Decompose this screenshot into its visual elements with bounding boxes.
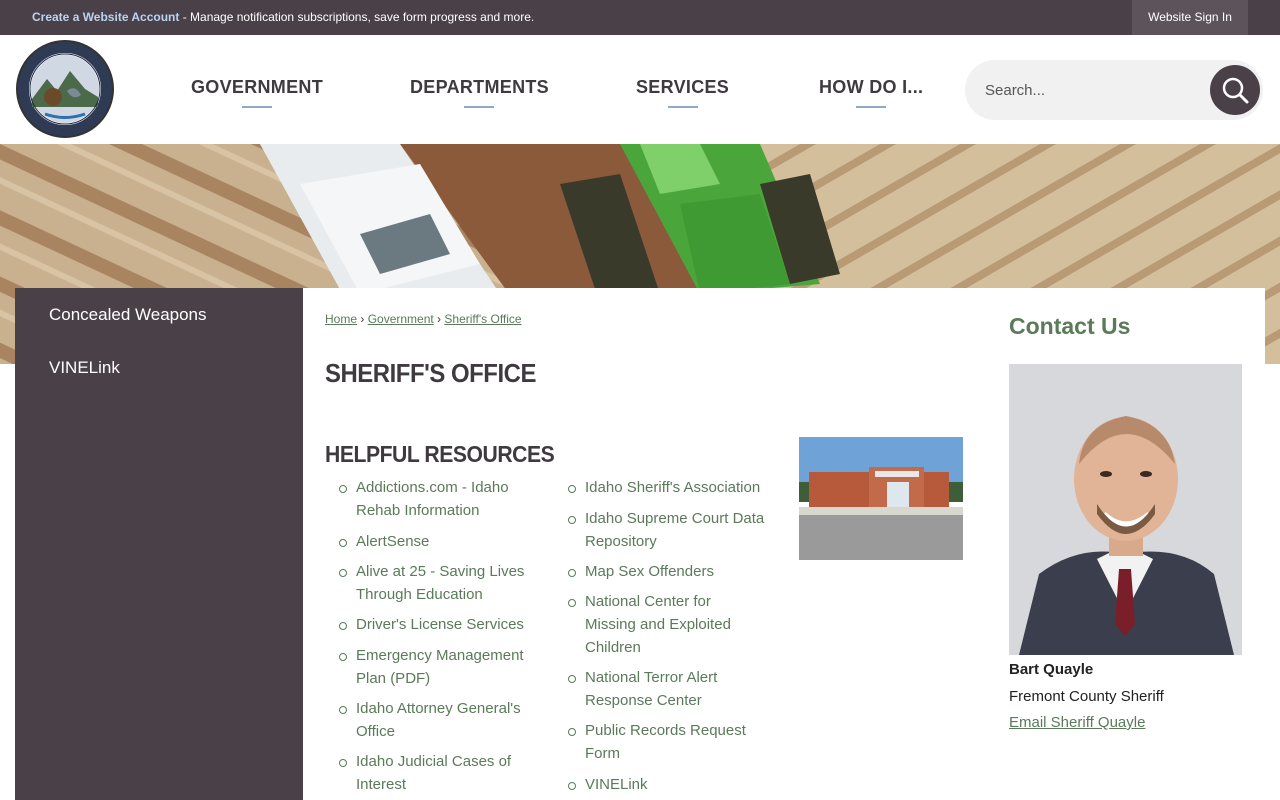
top-utility-bar: Create a Website Account - Manage notifi… bbox=[0, 0, 1280, 35]
resource-link[interactable]: Public Records Request Form bbox=[568, 719, 775, 765]
resource-link[interactable]: Idaho Supreme Court Data Repository bbox=[568, 507, 775, 553]
sidebar-item-concealed-weapons[interactable]: Concealed Weapons bbox=[49, 305, 207, 325]
nav-government[interactable]: GOVERNMENT bbox=[191, 77, 323, 108]
nav-underline bbox=[667, 106, 698, 108]
create-account-link[interactable]: Create a Website Account bbox=[32, 10, 179, 24]
page-title: SHERIFF'S OFFICE bbox=[325, 358, 536, 388]
helpful-resources-heading: HELPFUL RESOURCES bbox=[325, 441, 555, 467]
resource-link[interactable]: Map Sex Offenders bbox=[568, 560, 775, 583]
fremont-county-logo[interactable] bbox=[15, 39, 115, 139]
resource-link[interactable]: National Terror Alert Response Center bbox=[568, 666, 745, 712]
resource-link[interactable]: National Center for Missing and Exploite… bbox=[568, 590, 745, 659]
breadcrumb-sheriffs-office[interactable]: Sheriff's Office bbox=[444, 312, 521, 326]
nav-services[interactable]: SERVICES bbox=[636, 77, 729, 108]
search-box bbox=[965, 60, 1263, 120]
nav-departments[interactable]: DEPARTMENTS bbox=[410, 77, 549, 108]
nav-how-do-i-label: HOW DO I... bbox=[819, 77, 924, 97]
main-content: Home › Government › Sheriff's Office SHE… bbox=[303, 288, 1265, 800]
contact-role: Fremont County Sheriff bbox=[1009, 688, 1164, 705]
account-message-text: - Manage notification subscriptions, sav… bbox=[179, 10, 535, 24]
breadcrumb: Home › Government › Sheriff's Office bbox=[325, 312, 522, 326]
sidebar-nav: Concealed Weapons VINELink bbox=[15, 288, 303, 800]
sheriff-portrait bbox=[1009, 364, 1242, 655]
sidebar-item-vinelink[interactable]: VINELink bbox=[49, 358, 120, 378]
sheriff-office-building-photo bbox=[799, 437, 963, 560]
resource-link[interactable]: AlertSense bbox=[339, 530, 531, 553]
website-sign-in-button[interactable]: Website Sign In bbox=[1132, 0, 1248, 35]
resource-link[interactable]: VINELink bbox=[568, 773, 775, 796]
account-message: Create a Website Account - Manage notifi… bbox=[32, 10, 534, 24]
contact-name: Bart Quayle bbox=[1009, 661, 1094, 678]
contact-us-heading: Contact Us bbox=[1009, 313, 1131, 339]
search-input[interactable] bbox=[985, 78, 1195, 102]
nav-underline bbox=[242, 106, 272, 108]
email-sheriff-link[interactable]: Email Sheriff Quayle bbox=[1009, 714, 1145, 731]
search-icon bbox=[1222, 77, 1249, 104]
nav-how-do-i[interactable]: HOW DO I... bbox=[819, 77, 923, 108]
resource-link[interactable]: Addictions.com - Idaho Rehab Information bbox=[339, 476, 531, 522]
search-button[interactable] bbox=[1210, 65, 1260, 115]
nav-underline bbox=[856, 106, 887, 108]
nav-services-label: SERVICES bbox=[636, 77, 730, 97]
resource-link[interactable]: Idaho Attorney General's Office bbox=[339, 697, 531, 743]
resource-link[interactable]: Idaho Judicial Cases of Interest bbox=[339, 750, 531, 796]
nav-underline bbox=[464, 106, 495, 108]
nav-government-label: GOVERNMENT bbox=[191, 77, 324, 97]
resource-link[interactable]: Driver's License Services bbox=[339, 613, 531, 636]
resource-link[interactable]: Alive at 25 - Saving Lives Through Educa… bbox=[339, 560, 531, 606]
resource-link[interactable]: Idaho Sheriff's Association bbox=[568, 476, 775, 499]
resource-link[interactable]: Emergency Management Plan (PDF) bbox=[339, 644, 531, 690]
breadcrumb-government[interactable]: Government bbox=[368, 312, 434, 326]
breadcrumb-home[interactable]: Home bbox=[325, 312, 357, 326]
nav-departments-label: DEPARTMENTS bbox=[410, 77, 549, 97]
site-header: GOVERNMENT DEPARTMENTS SERVICES HOW DO I… bbox=[0, 35, 1280, 144]
